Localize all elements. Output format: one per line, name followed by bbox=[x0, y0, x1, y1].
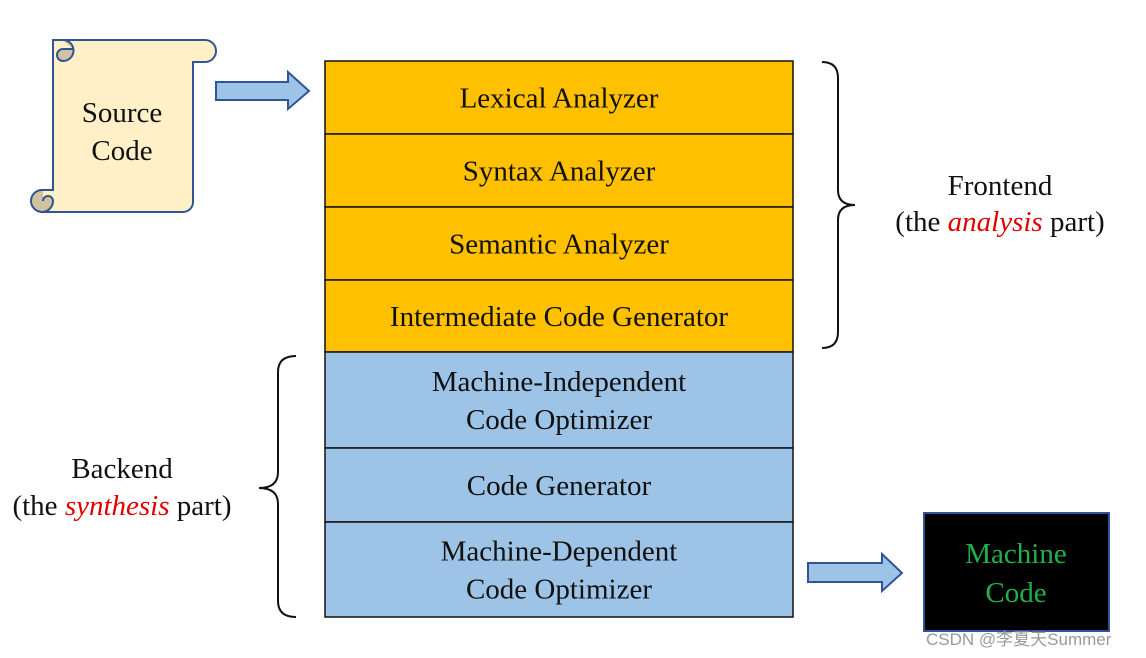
source-label-line1: Source bbox=[82, 97, 163, 129]
compiler-phases-diagram: Source Code Lexical Analyzer Syntax Analy… bbox=[12, 39, 1112, 649]
backend-subtitle: (the synthesis part) bbox=[12, 490, 231, 522]
watermark: CSDN @李夏天Summer bbox=[926, 630, 1112, 649]
arrow-right-icon bbox=[215, 69, 311, 112]
phase-label: Machine-Dependent bbox=[441, 536, 678, 568]
backend-brace bbox=[258, 355, 297, 618]
target-label-line2: Code bbox=[985, 577, 1046, 609]
source-label-line2: Code bbox=[91, 135, 152, 167]
phase-label: Intermediate Code Generator bbox=[390, 301, 729, 333]
frontend-subtitle: (the analysis part) bbox=[895, 206, 1104, 238]
phase-label: Syntax Analyzer bbox=[463, 156, 656, 188]
phase-label: Lexical Analyzer bbox=[460, 83, 659, 115]
frontend-emph: analysis bbox=[948, 206, 1043, 238]
backend-title: Backend bbox=[71, 453, 173, 485]
target-label-line1: Machine bbox=[965, 538, 1066, 570]
source-code-scroll: Source Code bbox=[30, 39, 217, 213]
frontend-brace bbox=[821, 61, 856, 349]
arrow-right-icon bbox=[807, 551, 904, 594]
phase-label: Semantic Analyzer bbox=[449, 229, 669, 261]
frontend-title: Frontend bbox=[948, 170, 1053, 202]
phase-stack: Lexical Analyzer Syntax Analyzer Semantic … bbox=[324, 60, 794, 618]
backend-emph: synthesis bbox=[65, 490, 170, 522]
phase-label: Code Optimizer bbox=[466, 574, 652, 606]
phase-label: Code Generator bbox=[467, 470, 652, 502]
machine-code-box: Machine Code bbox=[923, 512, 1110, 632]
phase-label: Code Optimizer bbox=[466, 404, 652, 436]
phase-label: Machine-Independent bbox=[432, 366, 686, 398]
